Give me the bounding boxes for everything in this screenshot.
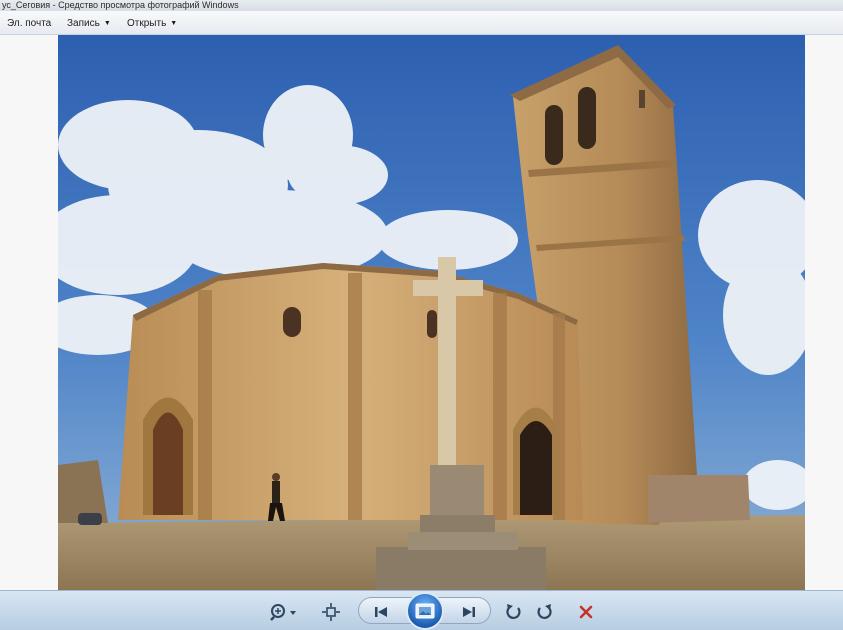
rotate-counterclockwise-icon [506,604,521,619]
actual-size-button[interactable] [318,600,344,624]
zoom-button[interactable] [268,600,300,624]
slideshow-icon [415,603,435,619]
previous-icon [375,607,387,617]
chevron-down-icon: ▼ [170,20,178,27]
zoom-icon [270,604,296,621]
next-button[interactable] [456,600,482,624]
window-title: ус_Сеговия - Средство просмотра фотограф… [2,0,239,10]
church-photo [58,35,805,590]
rotate-counterclockwise-button[interactable] [502,600,526,624]
previous-button[interactable] [368,600,394,624]
menu-burn-label: Запись [67,18,100,29]
rotate-clockwise-icon [537,604,552,619]
menu-open[interactable]: Открыть ▼ [124,17,180,31]
delete-button[interactable] [574,600,598,624]
next-icon [463,607,475,617]
rotate-clockwise-button[interactable] [532,600,556,624]
menu-burn[interactable]: Запись ▼ [64,17,114,31]
photo-viewer-area [0,35,843,590]
menu-email-label: Эл. почта [7,18,52,29]
chevron-down-icon: ▼ [103,20,111,27]
control-bar [0,590,843,630]
menu-bar: Эл. почта Запись ▼ Открыть ▼ [0,11,843,35]
menu-open-label: Открыть [127,18,167,29]
title-bar: ус_Сеговия - Средство просмотра фотограф… [0,0,843,11]
actual-size-icon [322,603,340,621]
delete-icon [579,605,593,619]
slideshow-button[interactable] [406,592,444,630]
menu-email[interactable]: Эл. почта [4,17,54,31]
